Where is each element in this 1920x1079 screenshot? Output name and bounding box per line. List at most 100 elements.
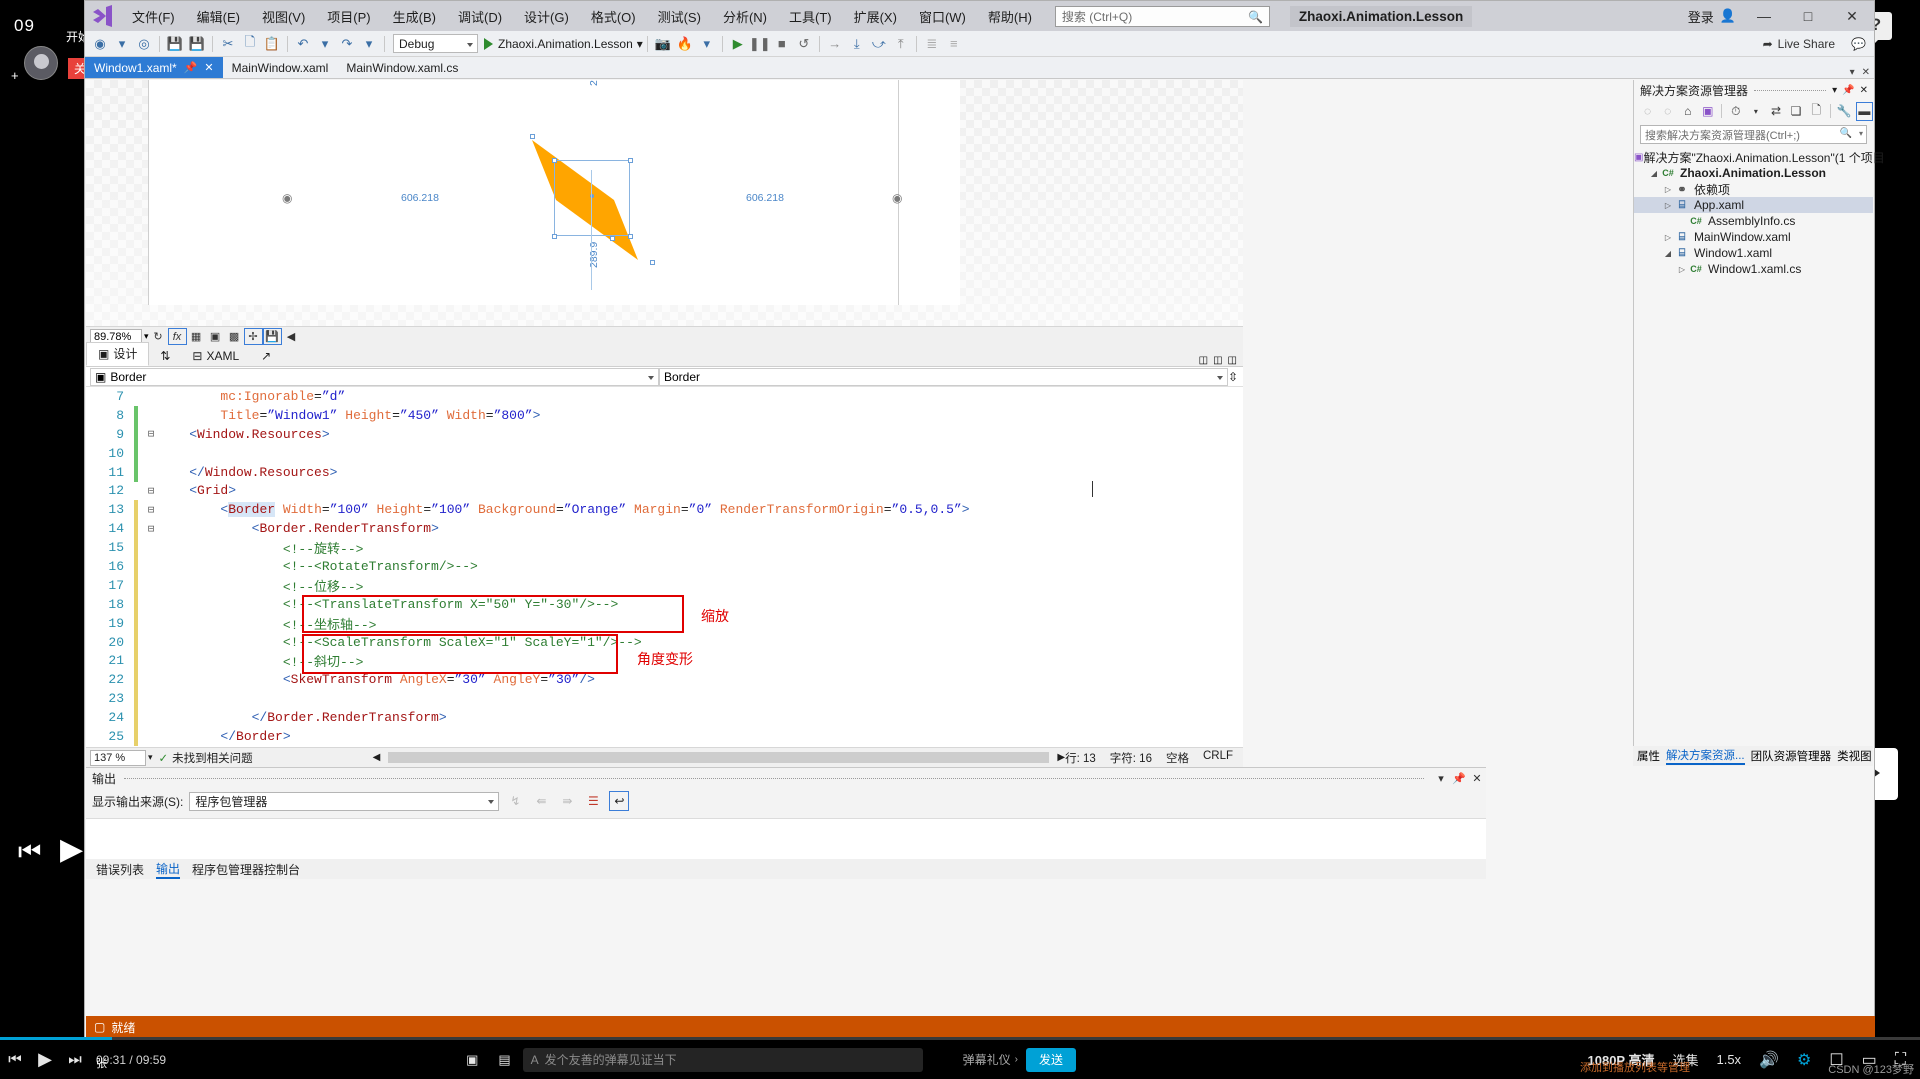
menu-item-edit[interactable]: 编辑(E) [186, 2, 251, 31]
chevron-down-icon[interactable]: ▾ [1747, 102, 1764, 121]
xaml-code-editor[interactable]: 7 mc:Ignorable=”d” 8 Title=”Window1” Heig… [86, 387, 1243, 747]
code-line[interactable]: 15 <!--旋转--> [86, 538, 1243, 558]
solution-root-row[interactable]: ▣ 解决方案"Zhaoxi.Animation.Lesson"(1 个项目 [1634, 149, 1885, 165]
save-icon[interactable]: 💾 [164, 33, 186, 55]
scroll-right-icon[interactable]: ▶ [1057, 752, 1065, 763]
sign-in-label[interactable]: 登录 [1688, 7, 1714, 26]
tab-package-manager-console[interactable]: 程序包管理器控制台 [192, 861, 300, 878]
code-line[interactable]: 12 ⊟ <Grid> [86, 481, 1243, 500]
refresh-icon[interactable]: ↻ [149, 328, 168, 345]
redo-icon[interactable]: ↷ [336, 33, 358, 55]
code-line[interactable]: 9 ⊟ <Window.Resources> [86, 424, 1243, 444]
live-preview-icon[interactable]: 📷 [652, 33, 674, 55]
hot-reload-icon[interactable]: 🔥 [674, 33, 696, 55]
split-editor-icon[interactable]: ⇳ [1228, 370, 1243, 384]
code-line[interactable]: 14 ⊟ <Border.RenderTransform> [86, 519, 1243, 539]
resize-handle[interactable] [552, 158, 557, 163]
resize-handle[interactable] [610, 236, 615, 241]
menu-item-design[interactable]: 设计(G) [513, 2, 580, 31]
tab-class-view[interactable]: 类视图 [1837, 748, 1872, 764]
grid-icon[interactable]: ▦ [187, 328, 206, 345]
output-text-area[interactable] [86, 818, 1486, 859]
danmu-input[interactable]: A 发个友善的弹幕见证当下 [522, 1047, 923, 1072]
fold-toggle[interactable]: ⊟ [144, 503, 158, 517]
previous-message-icon[interactable]: ⇚ [531, 791, 551, 811]
live-share-label[interactable]: Live Share [1778, 37, 1835, 51]
collapse-all-icon[interactable]: 🗋 [1808, 102, 1825, 121]
code-line[interactable]: 8 Title=”Window1” Height=”450” Width=”80… [86, 405, 1243, 425]
chevron-down-icon[interactable]: ▾ [1432, 772, 1450, 785]
preview-selected-items-icon[interactable]: ▬ [1855, 101, 1874, 121]
toggle-word-wrap-icon[interactable]: ↩ [609, 791, 630, 811]
code-line[interactable]: 22 <SkewTransform AngleX=”30” AngleY=”30… [86, 670, 1243, 690]
user-icon[interactable]: 👤 [1720, 8, 1736, 24]
next-episode-icon[interactable]: ⏭ [60, 1051, 90, 1068]
chevron-down-icon[interactable]: ▾ [1832, 85, 1837, 96]
tab-design-view[interactable]: ▣ 设计 [86, 342, 150, 366]
show-next-statement-icon[interactable]: → [824, 33, 846, 55]
menu-item-tools[interactable]: 工具(T) [778, 2, 843, 31]
chevron-collapsed-icon[interactable]: ▷ [1662, 185, 1674, 194]
sync-with-active-document-icon[interactable]: ⇄ [1767, 102, 1784, 121]
pause-icon[interactable]: ❚❚ [749, 33, 771, 55]
close-button[interactable]: ✕ [1830, 1, 1874, 31]
editor-hscrollbar[interactable] [388, 752, 1050, 763]
fold-toggle[interactable]: ⊟ [144, 427, 158, 441]
maximize-button[interactable]: □ [1786, 1, 1830, 31]
tab-error-list[interactable]: 错误列表 [96, 861, 144, 878]
solution-tree[interactable]: ▣ 解决方案"Zhaoxi.Animation.Lesson"(1 个项目 ◢ C… [1634, 149, 1885, 277]
indent-icon[interactable]: ≣ [921, 33, 943, 55]
back-icon[interactable]: ◌ [1639, 102, 1656, 121]
split-horizontal-icon[interactable]: ◫ [1199, 355, 1208, 366]
code-line[interactable]: 25 </Border> [86, 726, 1243, 746]
solution-tree-item[interactable]: ▷ ⚭ 依赖项 [1634, 181, 1873, 197]
solution-explorer-search-input[interactable]: 搜索解决方案资源管理器(Ctrl+;) 🔍 ▾ [1640, 125, 1867, 144]
cut-icon[interactable]: ✂ [217, 33, 239, 55]
xaml-designer-surface[interactable]: 606.218 606.218 289.911 289.9 ◉ ◉ [86, 80, 1243, 326]
menu-item-extensions[interactable]: 扩展(X) [843, 2, 908, 31]
continue-icon[interactable]: ▶ [727, 33, 749, 55]
back-icon[interactable]: ◉ [89, 33, 111, 55]
code-line[interactable]: 16 <!--<RotateTransform/>--> [86, 556, 1243, 576]
pending-changes-icon[interactable]: ⏱ [1727, 102, 1744, 121]
solution-tree-item[interactable]: ◢ ⌸ Window1.xaml [1634, 245, 1873, 261]
save-design-icon[interactable]: 💾 [262, 328, 282, 345]
close-icon[interactable]: ✕ [204, 61, 213, 74]
code-line[interactable]: 13 ⊟ <Border Width=”100” Height=”100” Bac… [86, 500, 1243, 520]
next-message-icon[interactable]: ⇛ [557, 791, 577, 811]
context-selector-left[interactable]: ▣ Border [90, 367, 659, 386]
clear-all-icon[interactable]: ☰ [583, 791, 603, 811]
danmu-toggle-icon[interactable]: ▤ [498, 1052, 510, 1068]
tab-mainwindow-xaml-cs[interactable]: MainWindow.xaml.cs [337, 57, 467, 78]
avatar[interactable] [24, 46, 58, 80]
tab-output[interactable]: 输出 [156, 860, 181, 879]
effects-icon[interactable]: fx [167, 328, 187, 345]
forward-icon[interactable]: ◎ [133, 33, 155, 55]
menu-item-view[interactable]: 视图(V) [251, 2, 316, 31]
scroll-left-icon[interactable]: ◀ [373, 752, 381, 763]
prev-episode-icon[interactable]: ⏮ [0, 1051, 30, 1068]
resize-handle[interactable] [530, 134, 535, 139]
close-icon[interactable]: ✕ [1860, 85, 1868, 96]
resize-handle[interactable] [552, 234, 557, 239]
close-icon[interactable]: ✕ [1468, 772, 1486, 785]
go-to-message-icon[interactable]: ↯ [505, 791, 525, 811]
split-none-icon[interactable]: ◫ [1228, 355, 1237, 366]
properties-icon[interactable]: 🔧 [1836, 102, 1853, 121]
code-line[interactable]: 17 <!--位移--> [86, 575, 1243, 595]
player-progress-track[interactable] [0, 1037, 1920, 1040]
snap-icon[interactable]: ▣ [206, 328, 225, 345]
code-line[interactable]: 10 [86, 443, 1243, 463]
chevron-down-icon[interactable]: ▾ [111, 33, 133, 55]
menu-item-analyze[interactable]: 分析(N) [712, 2, 778, 31]
code-line[interactable]: 7 mc:Ignorable=”d” [86, 387, 1243, 406]
solution-tree-item[interactable]: C# AssemblyInfo.cs [1634, 213, 1873, 229]
chevron-down-icon[interactable]: ▾ [1850, 67, 1855, 78]
menu-item-debug[interactable]: 调试(D) [447, 2, 513, 31]
danmu-etiquette-link[interactable]: 弹幕礼仪 [963, 1051, 1011, 1068]
step-out-icon[interactable]: ⤒ [890, 33, 912, 55]
chevron-down-icon[interactable]: ▾ [314, 33, 336, 55]
prev-icon[interactable]: ⏮ [18, 836, 41, 868]
danmu-settings-icon[interactable]: ▣ [466, 1052, 478, 1068]
save-all-icon[interactable]: 💾 [186, 33, 208, 55]
